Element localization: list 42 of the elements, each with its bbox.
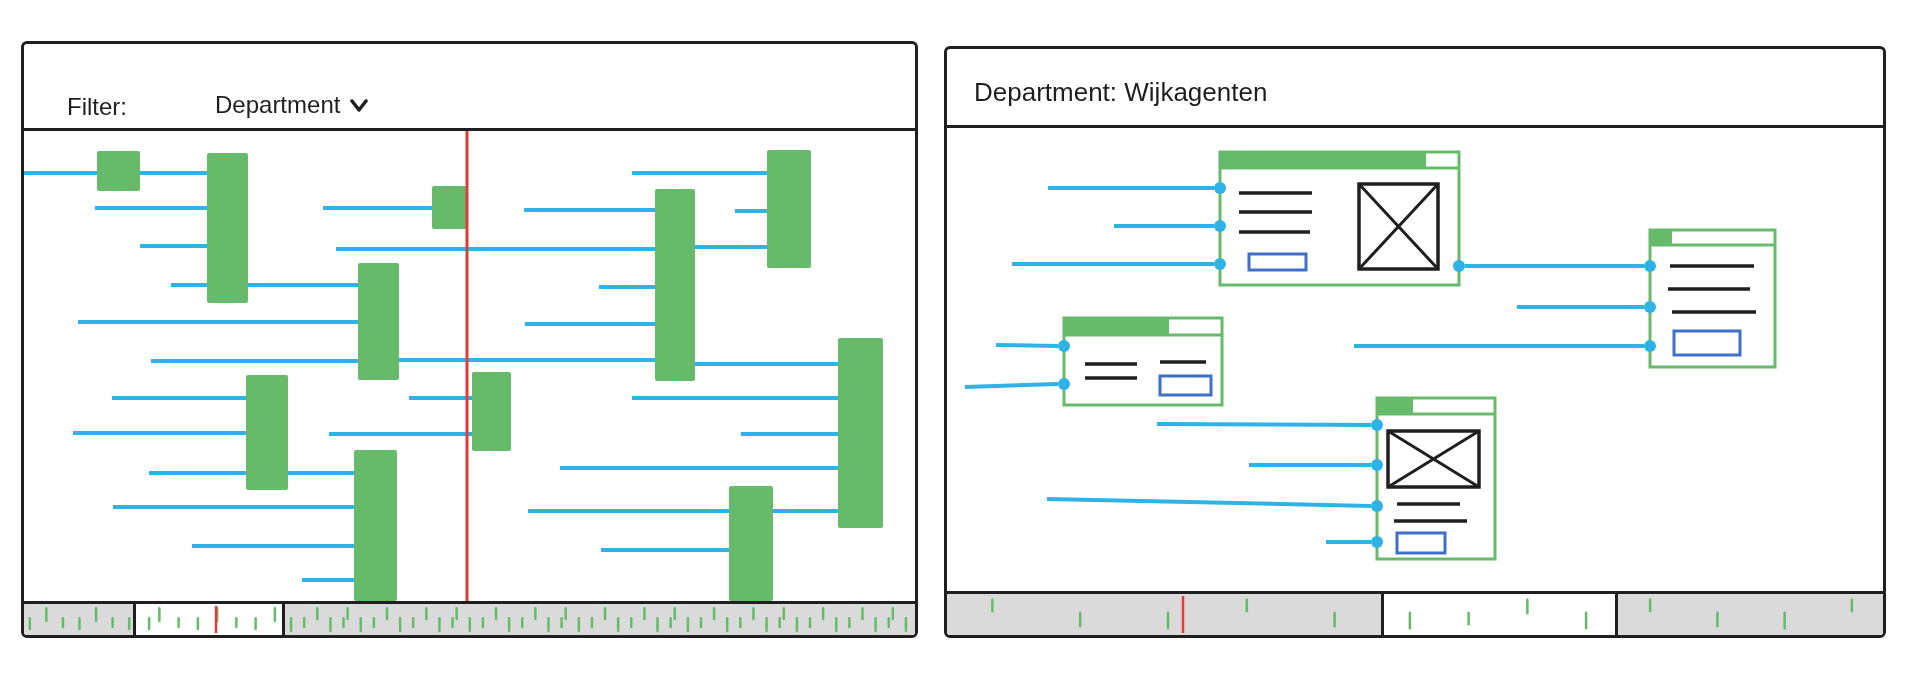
chevron-down-icon bbox=[350, 99, 369, 113]
connector-line bbox=[773, 509, 838, 513]
connector-line bbox=[140, 171, 207, 175]
connector-line bbox=[140, 244, 207, 248]
port-dot bbox=[1371, 536, 1383, 548]
connector-line bbox=[599, 285, 655, 289]
text-placeholder-line bbox=[1239, 230, 1310, 234]
port-dot bbox=[1058, 378, 1070, 390]
port-dot bbox=[1371, 419, 1383, 431]
port-dot bbox=[1453, 260, 1465, 272]
panel-title: Department: Wijkagenten bbox=[974, 77, 1268, 109]
text-placeholder-line bbox=[1160, 360, 1206, 364]
connector-line bbox=[695, 245, 767, 249]
button-placeholder bbox=[1158, 374, 1213, 397]
timeline-bar bbox=[432, 186, 467, 229]
connector-line bbox=[1326, 540, 1371, 544]
port-dot bbox=[1644, 301, 1656, 313]
connector-line bbox=[288, 471, 354, 475]
connector-line bbox=[995, 343, 1059, 348]
button-placeholder bbox=[1672, 329, 1742, 357]
text-placeholder-line bbox=[1397, 502, 1460, 506]
port-dot bbox=[1644, 260, 1656, 272]
filter-dropdown[interactable]: Department bbox=[211, 89, 373, 122]
port-dot bbox=[1214, 258, 1226, 270]
text-placeholder-line bbox=[1085, 376, 1137, 380]
current-time-tick bbox=[214, 606, 218, 633]
current-time-tick bbox=[1181, 596, 1185, 633]
port-dot bbox=[1371, 500, 1383, 512]
button-placeholder bbox=[1247, 252, 1308, 272]
button-placeholder bbox=[1395, 531, 1447, 555]
connector-line bbox=[171, 283, 207, 287]
timeline-bar bbox=[97, 151, 140, 191]
port-dot bbox=[1214, 182, 1226, 194]
connector-line bbox=[409, 396, 472, 400]
connector-line bbox=[302, 578, 354, 582]
filter-label: Filter: bbox=[67, 93, 127, 122]
port-dot bbox=[1644, 340, 1656, 352]
connector-line bbox=[735, 209, 767, 213]
port-dot bbox=[1058, 340, 1070, 352]
port-dot bbox=[1371, 459, 1383, 471]
port-dot bbox=[1214, 220, 1226, 232]
text-placeholder-line bbox=[1085, 362, 1137, 366]
